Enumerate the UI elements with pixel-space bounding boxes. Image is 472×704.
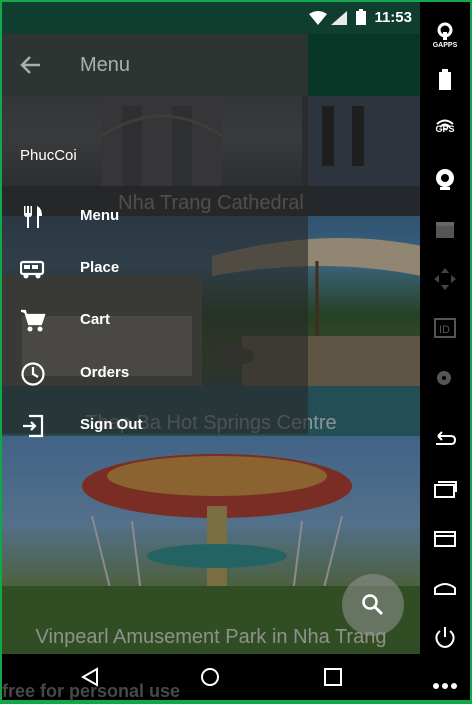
nav-recents-icon[interactable] xyxy=(323,667,343,687)
drawer-item-label: Cart xyxy=(80,311,111,328)
back-button[interactable] xyxy=(420,422,470,462)
power-button[interactable] xyxy=(420,618,470,658)
more-button[interactable] xyxy=(420,668,470,704)
svg-text:ID: ID xyxy=(439,324,450,336)
battery-icon xyxy=(439,69,451,90)
drawer-header: Menu xyxy=(2,34,308,96)
gps-button[interactable]: GPS xyxy=(420,110,470,150)
gapps-icon xyxy=(437,22,453,40)
home-icon xyxy=(434,583,456,595)
bus-icon xyxy=(20,260,45,279)
clock-icon xyxy=(21,362,45,386)
emulator-side-panel: GAPPS GPS ID xyxy=(420,2,470,700)
search-icon xyxy=(362,594,384,616)
menu-icon xyxy=(434,531,456,547)
username: PhucCoi xyxy=(20,147,77,164)
watermark: free for personal use xyxy=(2,681,181,701)
power-icon xyxy=(435,627,455,649)
battery-status-icon xyxy=(356,9,366,25)
recent-apps-icon xyxy=(434,481,457,498)
status-bar: 11:53 xyxy=(2,2,420,34)
menu-button[interactable] xyxy=(420,522,470,562)
more-icon xyxy=(433,683,457,689)
signal-icon xyxy=(331,11,347,25)
drawer-item-label: Place xyxy=(80,259,120,276)
disk-icon xyxy=(437,371,451,385)
search-fab[interactable] xyxy=(342,574,404,636)
dpad-button[interactable] xyxy=(420,260,470,300)
drawer-item-cart[interactable]: Cart xyxy=(2,295,308,345)
recent-apps-button[interactable] xyxy=(420,472,470,512)
drawer-item-label: Orders xyxy=(80,364,130,381)
back-icon xyxy=(436,431,457,445)
camera-button[interactable] xyxy=(420,160,470,200)
home-button[interactable] xyxy=(420,572,470,612)
camera-icon xyxy=(436,169,454,190)
drawer-item-label: Sign Out xyxy=(80,416,143,433)
cart-icon xyxy=(21,309,46,332)
drawer-item-place[interactable]: Place xyxy=(2,243,308,293)
navigation-drawer: Menu PhucCoi Menu Place Cart Orders Sign… xyxy=(2,34,308,438)
clapper-icon xyxy=(436,222,454,238)
gapps-label: GAPPS xyxy=(432,42,458,49)
dpad-icon xyxy=(434,268,456,290)
back-arrow-icon[interactable] xyxy=(20,54,42,76)
device-screen: 11:53 Nha Trang Cathedral Thap Ba Hot Sp… xyxy=(2,2,420,700)
id-icon: ID xyxy=(434,318,456,338)
disk-button[interactable] xyxy=(420,360,470,400)
battery-button[interactable] xyxy=(420,60,470,100)
restaurant-icon xyxy=(24,206,42,228)
media-button[interactable] xyxy=(420,212,470,252)
gps-label: GPS xyxy=(435,124,455,134)
sign-out-icon xyxy=(23,414,44,438)
drawer-item-menu[interactable]: Menu xyxy=(2,191,308,241)
nav-home-icon[interactable] xyxy=(200,667,220,687)
wifi-icon xyxy=(309,11,327,25)
status-time: 11:53 xyxy=(374,9,412,26)
drawer-item-orders[interactable]: Orders xyxy=(2,348,308,398)
drawer-item-label: Menu xyxy=(80,207,120,224)
id-button[interactable]: ID xyxy=(420,310,470,350)
drawer-title: Menu xyxy=(80,54,131,76)
drawer-item-sign-out[interactable]: Sign Out xyxy=(2,400,308,450)
gapps-button[interactable]: GAPPS xyxy=(420,14,470,54)
